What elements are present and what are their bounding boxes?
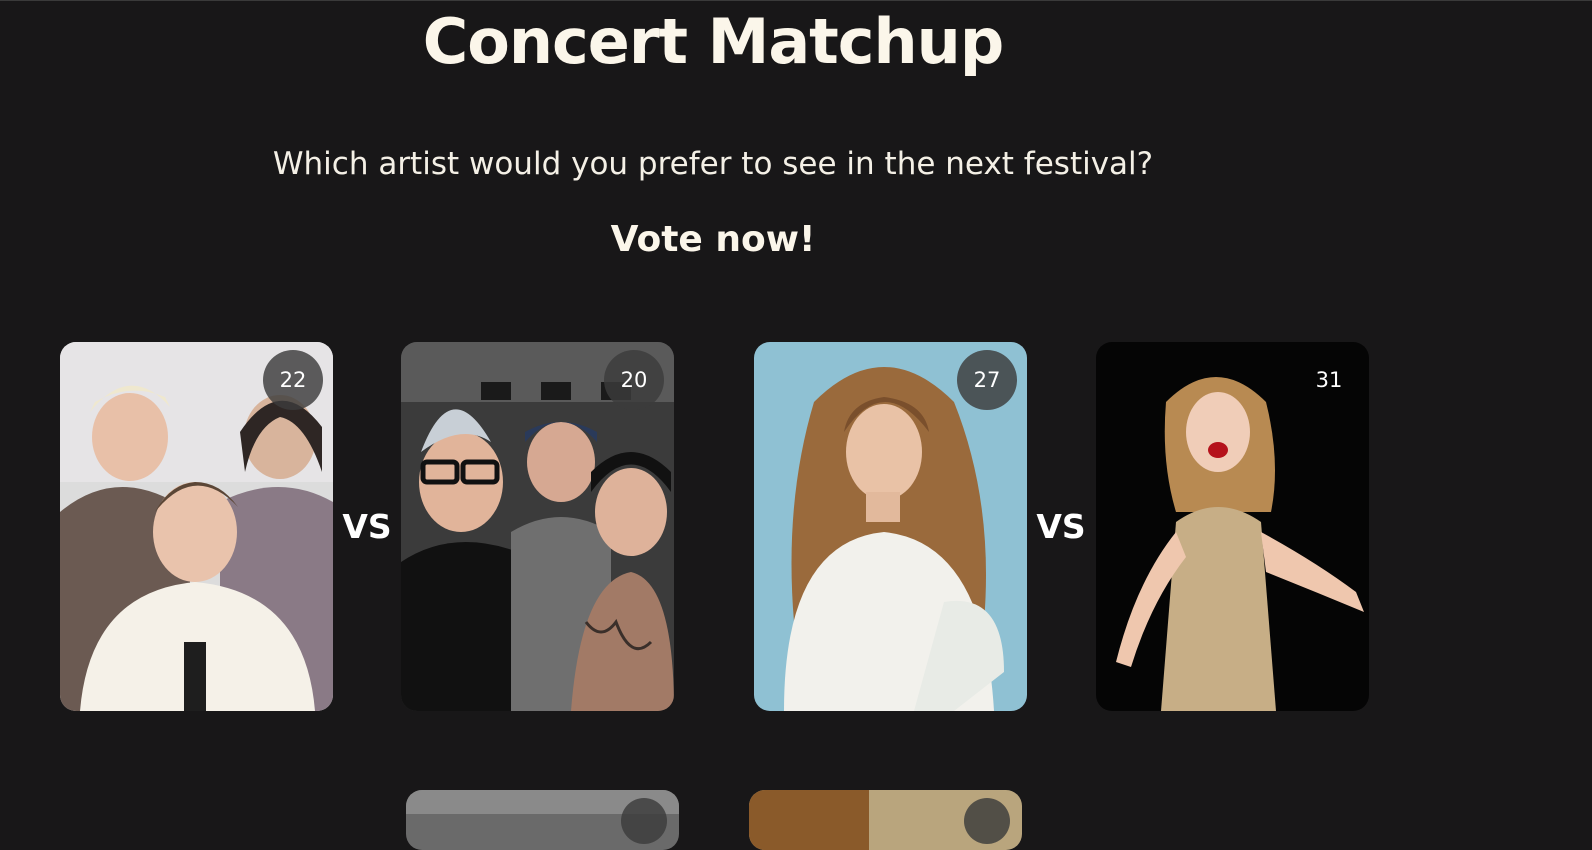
vs-label: VS bbox=[342, 507, 392, 546]
vote-count-badge: 20 bbox=[604, 350, 664, 410]
vote-now-heading: Vote now! bbox=[610, 219, 816, 260]
vote-count-badge bbox=[964, 798, 1010, 844]
artist-card-matchup-2-left[interactable]: 27 bbox=[754, 342, 1027, 711]
top-border bbox=[0, 0, 1592, 1]
vs-label: VS bbox=[1036, 507, 1086, 546]
artist-card-matchup-3-left[interactable] bbox=[406, 790, 679, 850]
artist-card-matchup-3-right[interactable] bbox=[749, 790, 1022, 850]
page-subtitle: Which artist would you prefer to see in … bbox=[272, 146, 1154, 182]
vote-count-badge bbox=[621, 798, 667, 844]
artist-card-matchup-1-right[interactable]: 20 bbox=[401, 342, 674, 711]
vote-count-badge: 27 bbox=[957, 350, 1017, 410]
page-title: Concert Matchup bbox=[422, 5, 1004, 78]
artist-card-matchup-1-left[interactable]: 22 bbox=[60, 342, 333, 711]
artist-card-matchup-2-right[interactable]: 31 bbox=[1096, 342, 1369, 711]
vote-count-badge: 22 bbox=[263, 350, 323, 410]
vote-count-badge: 31 bbox=[1315, 368, 1343, 392]
